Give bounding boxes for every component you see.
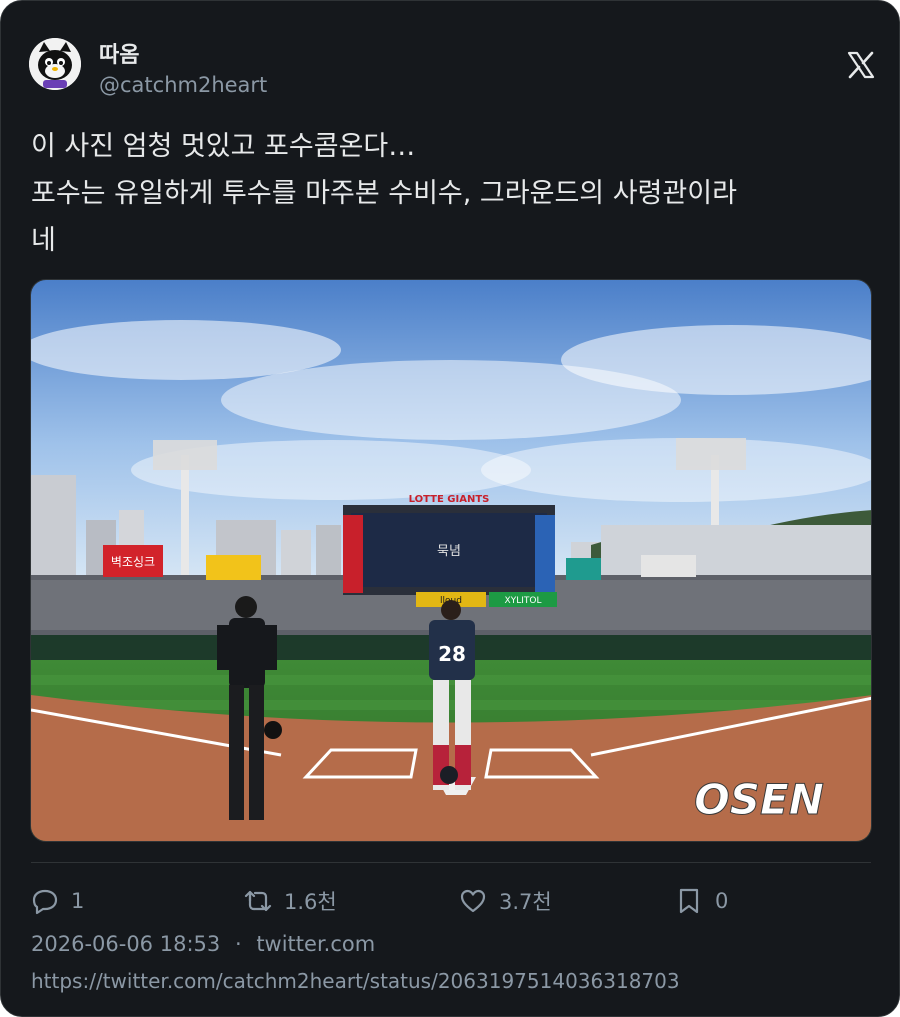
retweet-count: 1.6천 xyxy=(284,890,337,914)
user-handle[interactable]: @catchm2heart xyxy=(99,73,267,97)
player-number: 28 xyxy=(438,642,466,666)
heart-icon xyxy=(460,889,486,913)
bookmark-count: 0 xyxy=(715,889,729,913)
reply-count: 1 xyxy=(71,889,85,913)
display-name[interactable]: 따옴 xyxy=(99,37,139,69)
source-link[interactable]: twitter.com xyxy=(256,932,375,956)
divider xyxy=(31,862,871,863)
tweet-text: 이 사진 엄청 멋있고 포수콤온다… 포수는 유일하게 투수를 마주본 수비수,… xyxy=(31,131,737,256)
like-button[interactable]: 3.7천 xyxy=(459,881,552,921)
scoreboard-text: 묵념 xyxy=(437,544,461,559)
avatar[interactable] xyxy=(29,38,81,90)
x-logo-icon[interactable] xyxy=(847,51,875,79)
meta-separator: · xyxy=(234,932,242,956)
osen-watermark: OSEN xyxy=(694,775,824,824)
ad-left-text: 벽조싱크 xyxy=(111,555,155,569)
cartoon-character-avatar-icon xyxy=(29,38,81,90)
tweet-url[interactable]: https://twitter.com/catchm2heart/status/… xyxy=(31,969,680,993)
timestamp[interactable]: 2026-06-06 18:53 xyxy=(31,932,220,956)
scoreboard-logo-text: LOTTE GIANTS xyxy=(409,494,490,505)
like-count: 3.7천 xyxy=(499,890,552,914)
bookmark-icon xyxy=(679,888,699,914)
tweet-meta: 2026-06-06 18:53 · twitter.com xyxy=(31,932,375,956)
tweet-card: 따옴 @catchm2heart 이 사진 엄청 멋있고 포수콤온다… 포수는 … xyxy=(0,0,900,1017)
bookmark-button[interactable]: 0 xyxy=(675,881,728,921)
reply-icon xyxy=(32,889,58,915)
tweet-photo[interactable]: 벽조싱크 묵념 LOTTE GIANTS lloud XYLITOL xyxy=(30,279,872,842)
retweet-button[interactable]: 1.6천 xyxy=(244,881,337,921)
ad-board-2: XYLITOL xyxy=(505,596,542,606)
reply-button[interactable]: 1 xyxy=(31,881,84,921)
retweet-icon xyxy=(244,890,272,912)
